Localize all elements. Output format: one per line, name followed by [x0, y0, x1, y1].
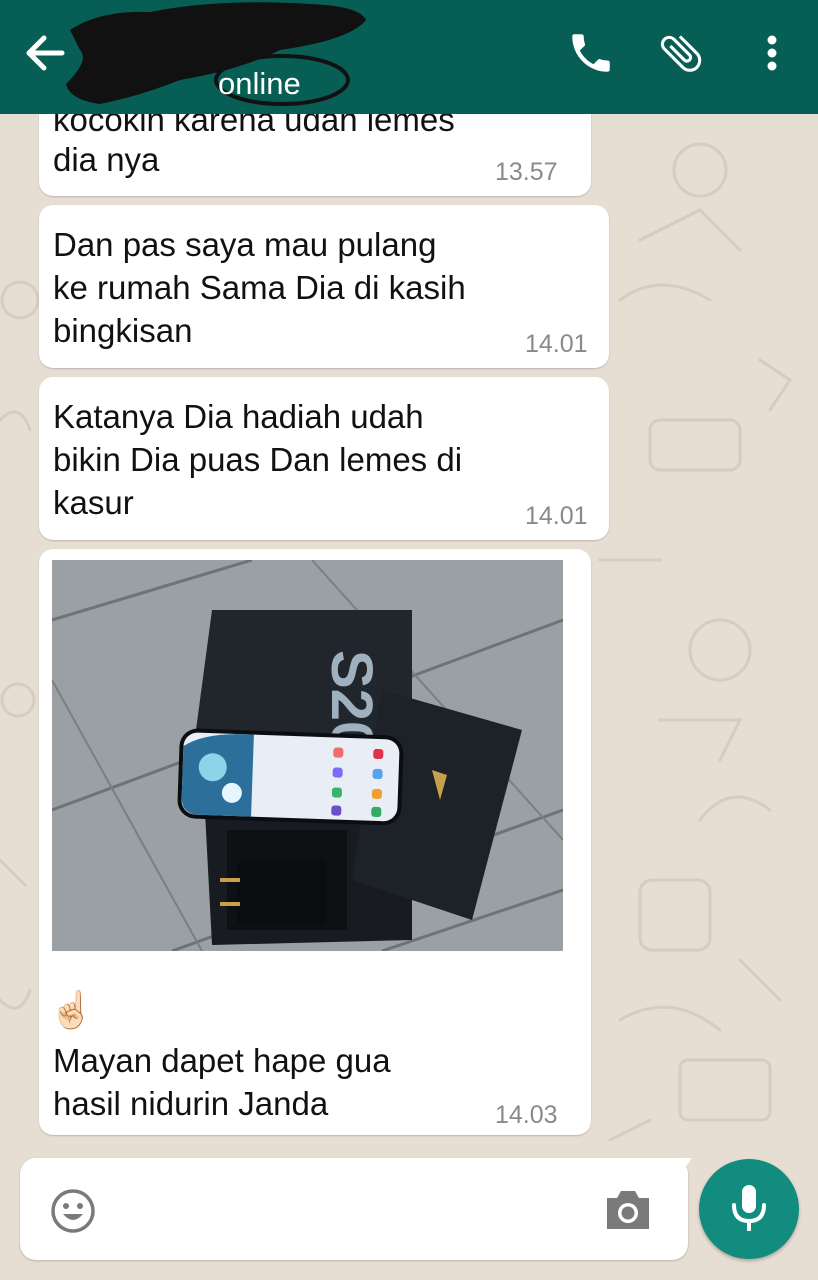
- message-text: Katanya Dia hadiah udah bikin Dia puas D…: [53, 398, 463, 521]
- more-vert-icon[interactable]: [747, 28, 797, 78]
- chat-header: online: [0, 0, 818, 114]
- message-bubble[interactable]: Dan pas saya mau pulang ke rumah Sama Di…: [39, 205, 609, 368]
- camera-icon[interactable]: [603, 1188, 653, 1232]
- phone-icon[interactable]: [566, 28, 616, 78]
- message-time: 13.57: [495, 158, 558, 186]
- paperclip-icon[interactable]: [656, 28, 706, 78]
- message-text: dia nya: [53, 141, 160, 178]
- message-time: 14.01: [525, 502, 588, 530]
- message-text: Dan pas saya mau pulang ke rumah Sama Di…: [53, 226, 466, 349]
- message-composer[interactable]: [20, 1158, 688, 1260]
- composer-tail: [676, 1158, 692, 1180]
- message-time: 14.03: [495, 1101, 558, 1129]
- phone-box-photo[interactable]: S20: [52, 560, 563, 951]
- mic-button[interactable]: [699, 1159, 799, 1259]
- mic-icon: [732, 1185, 766, 1231]
- message-text: Mayan dapet hape gua hasil nidurin Janda: [53, 1042, 391, 1122]
- contact-status: online: [218, 66, 301, 101]
- emoji-icon[interactable]: [50, 1188, 96, 1234]
- message-bubble[interactable]: Katanya Dia hadiah udah bikin Dia puas D…: [39, 377, 609, 540]
- pointing-up-emoji: ☝🏻: [49, 989, 94, 1030]
- message-time: 14.01: [525, 330, 588, 358]
